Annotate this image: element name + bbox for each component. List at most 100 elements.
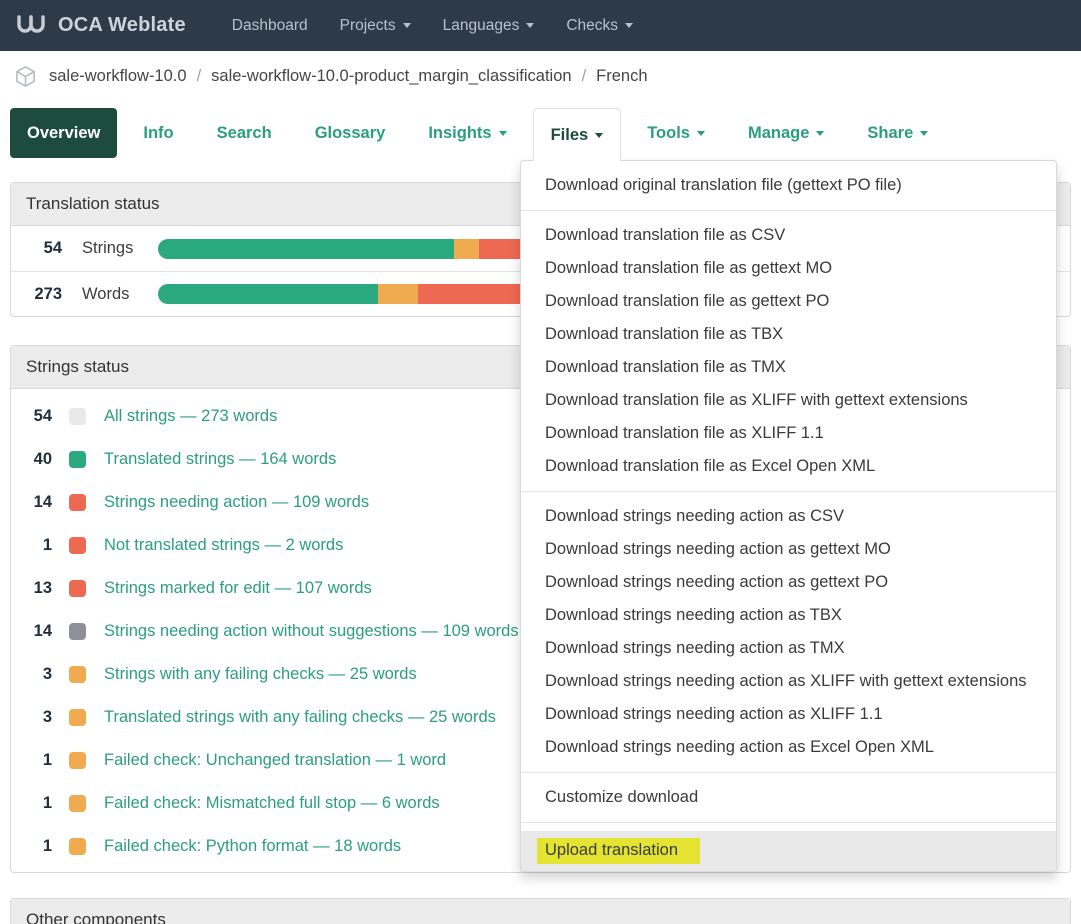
weblate-brand[interactable]: OCA Weblate	[14, 13, 186, 39]
strings-link-strings-marked-for-edit[interactable]: Strings marked for edit — 107 words	[104, 579, 372, 598]
string-count: 3	[26, 665, 52, 684]
menu-item-download-translation-file-as-excel-open-xml[interactable]: Download translation file as Excel Open …	[521, 450, 1056, 483]
status-square-light_gray	[69, 408, 86, 425]
brand-title: OCA Weblate	[58, 14, 186, 37]
string-count: 54	[26, 407, 52, 426]
menu-item-download-translation-file-as-xliff-with-gettext-extensions[interactable]: Download translation file as XLIFF with …	[521, 384, 1056, 417]
menu-item-download-translation-file-as-gettext-mo[interactable]: Download translation file as gettext MO	[521, 252, 1056, 285]
caret-down-icon	[595, 133, 603, 138]
nav-item-projects[interactable]: Projects	[324, 0, 427, 51]
breadcrumb: sale-workflow-10.0 / sale-workflow-10.0-…	[10, 57, 648, 95]
strings-label: Strings	[82, 239, 144, 258]
caret-down-icon	[526, 23, 534, 28]
words-progress-bar[interactable]	[158, 284, 558, 304]
progress-segment-green	[158, 239, 454, 259]
menu-divider	[521, 491, 1056, 492]
menu-item-download-translation-file-as-tmx[interactable]: Download translation file as TMX	[521, 351, 1056, 384]
string-count: 1	[26, 794, 52, 813]
tab-manage[interactable]: Manage	[731, 108, 841, 158]
status-square-orange	[69, 666, 86, 683]
caret-down-icon	[816, 131, 824, 136]
menu-divider	[521, 772, 1056, 773]
navbar-menu: DashboardProjectsLanguagesChecks	[216, 0, 649, 51]
strings-link-strings-needing-action-without-suggestions[interactable]: Strings needing action without suggestio…	[104, 622, 519, 641]
caret-down-icon	[920, 131, 928, 136]
status-square-slate	[69, 623, 86, 640]
status-square-green	[69, 451, 86, 468]
menu-item-download-translation-file-as-gettext-po[interactable]: Download translation file as gettext PO	[521, 285, 1056, 318]
nav-item-dashboard[interactable]: Dashboard	[216, 0, 324, 51]
tab-info[interactable]: Info	[126, 108, 190, 158]
string-count: 14	[26, 493, 52, 512]
status-square-orange	[69, 752, 86, 769]
tab-tools[interactable]: Tools	[630, 108, 722, 158]
words-count: 273	[26, 285, 62, 304]
menu-item-download-strings-needing-action-as-gettext-mo[interactable]: Download strings needing action as gette…	[521, 533, 1056, 566]
strings-link-translated-strings[interactable]: Translated strings — 164 words	[104, 450, 336, 469]
breadcrumb-separator: /	[197, 67, 202, 86]
upload-translation-highlight: Upload translation	[537, 838, 700, 864]
breadcrumb-language: French	[596, 67, 647, 86]
menu-item-download-strings-needing-action-as-xliff-with-gettext-extensions[interactable]: Download strings needing action as XLIFF…	[521, 665, 1056, 698]
strings-link-strings-with-any-failing-checks[interactable]: Strings with any failing checks — 25 wor…	[104, 665, 417, 684]
nav-item-checks[interactable]: Checks	[550, 0, 649, 51]
menu-item-download-strings-needing-action-as-tmx[interactable]: Download strings needing action as TMX	[521, 632, 1056, 665]
string-count: 14	[26, 622, 52, 641]
tab-search[interactable]: Search	[200, 108, 289, 158]
progress-segment-green	[158, 284, 378, 304]
strings-link-not-translated-strings[interactable]: Not translated strings — 2 words	[104, 536, 343, 555]
status-square-orange	[69, 795, 86, 812]
breadcrumb-project-link[interactable]: sale-workflow-10.0	[49, 67, 187, 86]
strings-link-strings-needing-action[interactable]: Strings needing action — 109 words	[104, 493, 369, 512]
progress-segment-orange	[454, 239, 479, 259]
caret-down-icon	[625, 23, 633, 28]
menu-divider	[521, 210, 1056, 211]
package-icon	[14, 65, 37, 88]
tab-insights[interactable]: Insights	[411, 108, 523, 158]
tab-glossary[interactable]: Glossary	[298, 108, 403, 158]
progress-segment-orange	[378, 284, 418, 304]
menu-item-download-strings-needing-action-as-tbx[interactable]: Download strings needing action as TBX	[521, 599, 1056, 632]
other-components-title: Other components	[11, 899, 1070, 924]
tab-overview[interactable]: Overview	[10, 108, 117, 158]
menu-item-download-original-translation-file-gettext-po-file[interactable]: Download original translation file (gett…	[521, 169, 1056, 202]
status-square-red	[69, 580, 86, 597]
strings-link-translated-strings-with-any-failing-checks[interactable]: Translated strings with any failing chec…	[104, 708, 496, 727]
other-components-panel: Other components	[10, 898, 1071, 924]
strings-link-failed-check-mismatched-full-stop[interactable]: Failed check: Mismatched full stop — 6 w…	[104, 794, 440, 813]
menu-item-customize-download[interactable]: Customize download	[521, 781, 1056, 814]
caret-down-icon	[403, 23, 411, 28]
tab-share[interactable]: Share	[850, 108, 945, 158]
string-count: 3	[26, 708, 52, 727]
top-navbar: OCA Weblate DashboardProjectsLanguagesCh…	[0, 0, 1081, 51]
words-label: Words	[82, 285, 144, 304]
menu-item-download-strings-needing-action-as-gettext-po[interactable]: Download strings needing action as gette…	[521, 566, 1056, 599]
tab-files[interactable]: Files	[533, 108, 622, 161]
strings-link-failed-check-unchanged-translation[interactable]: Failed check: Unchanged translation — 1 …	[104, 751, 446, 770]
files-dropdown-groups: Download original translation file (gett…	[521, 169, 1056, 814]
strings-count: 54	[26, 239, 62, 258]
menu-item-upload-translation[interactable]: Upload translation	[521, 831, 1056, 871]
files-dropdown-menu: Download original translation file (gett…	[520, 160, 1057, 872]
menu-item-download-translation-file-as-csv[interactable]: Download translation file as CSV	[521, 219, 1056, 252]
menu-item-download-strings-needing-action-as-csv[interactable]: Download strings needing action as CSV	[521, 500, 1056, 533]
menu-item-download-strings-needing-action-as-xliff-1-1[interactable]: Download strings needing action as XLIFF…	[521, 698, 1056, 731]
string-count: 40	[26, 450, 52, 469]
string-count: 1	[26, 837, 52, 856]
status-square-orange	[69, 709, 86, 726]
breadcrumb-component-link[interactable]: sale-workflow-10.0-product_margin_classi…	[211, 67, 571, 86]
string-count: 1	[26, 536, 52, 555]
nav-item-languages[interactable]: Languages	[427, 0, 551, 51]
menu-item-download-translation-file-as-xliff-1-1[interactable]: Download translation file as XLIFF 1.1	[521, 417, 1056, 450]
menu-divider	[521, 822, 1056, 823]
status-square-red	[69, 494, 86, 511]
menu-item-download-translation-file-as-tbx[interactable]: Download translation file as TBX	[521, 318, 1056, 351]
strings-link-failed-check-python-format[interactable]: Failed check: Python format — 18 words	[104, 837, 401, 856]
strings-link-all-strings[interactable]: All strings — 273 words	[104, 407, 277, 426]
string-count: 1	[26, 751, 52, 770]
status-square-orange	[69, 838, 86, 855]
strings-progress-bar[interactable]	[158, 239, 558, 259]
breadcrumb-separator: /	[582, 67, 587, 86]
string-count: 13	[26, 579, 52, 598]
menu-item-download-strings-needing-action-as-excel-open-xml[interactable]: Download strings needing action as Excel…	[521, 731, 1056, 764]
